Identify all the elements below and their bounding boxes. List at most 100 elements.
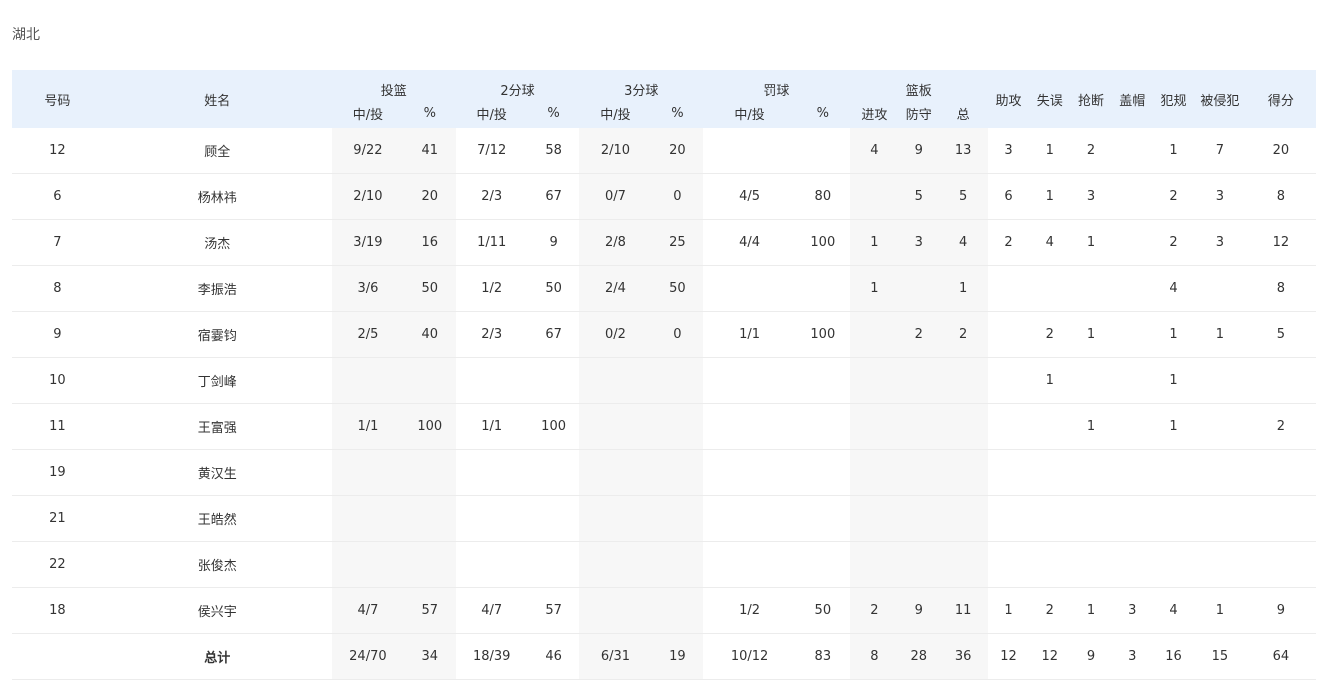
- cell-ft: 4/4: [703, 219, 796, 266]
- cell-ft-pct: 50: [796, 587, 850, 634]
- cell-fg: [331, 541, 404, 588]
- cell-ft-pct: 80: [796, 173, 850, 220]
- cell-blk: [1111, 449, 1153, 496]
- table-row: 6 杨林祎 2/10 20 2/3 67 0/7 0 4/5 80 5 5 6 1 3 2 3 8: [12, 173, 1316, 220]
- col-header-three-pct: %: [651, 99, 704, 128]
- cell-reb-def: 9: [899, 587, 939, 634]
- cell-two: [455, 541, 528, 588]
- cell-pf: 1: [1152, 357, 1195, 404]
- cell-player-name: 李振浩: [102, 265, 332, 312]
- cell-player-name: 宿霎钧: [102, 311, 332, 358]
- cell-number: 19: [12, 449, 103, 496]
- cell-two: 4/7: [455, 587, 528, 634]
- cell-fd: [1194, 357, 1246, 404]
- cell-two-pct: 50: [527, 265, 580, 312]
- col-header-fg-pct: %: [404, 99, 456, 128]
- cell-ast: [987, 449, 1030, 496]
- cell-reb-off: [849, 403, 900, 450]
- cell-three: [579, 495, 652, 542]
- col-header-reb-off: 进攻: [849, 99, 900, 128]
- cell-ft-pct: [796, 403, 850, 450]
- cell-fd: [1194, 403, 1246, 450]
- cell-fg: [331, 449, 404, 496]
- cell-reb-tot: 4: [938, 219, 988, 266]
- cell-fg: [331, 357, 404, 404]
- cell-ft-pct: [796, 128, 850, 174]
- col-header-pts: 得分: [1245, 70, 1316, 128]
- cell-ft: 4/5: [703, 173, 796, 220]
- col-group-fg: 投篮: [331, 70, 456, 99]
- cell-player-name: 侯兴宇: [102, 587, 332, 634]
- cell-ast: [987, 403, 1030, 450]
- cell-ft: [703, 495, 796, 542]
- cell-two-pct: 100: [527, 403, 580, 450]
- cell-pts: 64: [1245, 633, 1316, 680]
- cell-stl: 2: [1070, 128, 1112, 174]
- cell-two: 1/11: [455, 219, 528, 266]
- cell-two-pct: 9: [527, 219, 580, 266]
- cell-number: 18: [12, 587, 103, 634]
- cell-number: 9: [12, 311, 103, 358]
- cell-number: 11: [12, 403, 103, 450]
- cell-three: 2/4: [579, 265, 652, 312]
- col-group-two: 2分球: [455, 70, 580, 99]
- cell-ast: [987, 265, 1030, 312]
- cell-two: [455, 449, 528, 496]
- col-header-ast: 助攻: [987, 70, 1030, 128]
- cell-player-name: 王富强: [102, 403, 332, 450]
- cell-pf: [1152, 449, 1195, 496]
- col-header-three-made-att: 中/投: [579, 99, 652, 128]
- cell-fd: [1194, 541, 1246, 588]
- col-header-ft-pct: %: [796, 99, 850, 128]
- cell-tov: [1029, 403, 1071, 450]
- cell-player-name: 总计: [102, 633, 332, 680]
- cell-reb-tot: 13: [938, 128, 988, 174]
- cell-number: 21: [12, 495, 103, 542]
- cell-three: 2/8: [579, 219, 652, 266]
- cell-pf: [1152, 541, 1195, 588]
- cell-reb-def: [899, 495, 939, 542]
- cell-number: 8: [12, 265, 103, 312]
- cell-blk: [1111, 265, 1153, 312]
- cell-blk: 3: [1111, 633, 1153, 680]
- cell-reb-off: [849, 173, 900, 220]
- cell-two: 7/12: [455, 128, 528, 174]
- cell-three-pct: [651, 357, 704, 404]
- cell-two: 2/3: [455, 311, 528, 358]
- cell-blk: 3: [1111, 587, 1153, 634]
- cell-tov: 1: [1029, 173, 1071, 220]
- cell-two: 1/1: [455, 403, 528, 450]
- cell-two-pct: [527, 495, 580, 542]
- cell-fd: 15: [1194, 633, 1246, 680]
- cell-pf: 1: [1152, 311, 1195, 358]
- table-row: 19 黄汉生: [12, 449, 1316, 496]
- cell-three: 0/7: [579, 173, 652, 220]
- col-header-name: 姓名: [102, 70, 332, 128]
- cell-fg-pct: [404, 357, 456, 404]
- cell-fd: 3: [1194, 173, 1246, 220]
- cell-ft: 10/12: [703, 633, 796, 680]
- cell-ft: [703, 403, 796, 450]
- cell-three: [579, 541, 652, 588]
- cell-ft-pct: [796, 495, 850, 542]
- cell-reb-tot: [938, 449, 988, 496]
- cell-ft: 1/2: [703, 587, 796, 634]
- cell-tov: 1: [1029, 128, 1071, 174]
- cell-two-pct: [527, 357, 580, 404]
- cell-stl: [1070, 495, 1112, 542]
- cell-tov: [1029, 449, 1071, 496]
- cell-two-pct: 67: [527, 311, 580, 358]
- cell-fg: 4/7: [331, 587, 404, 634]
- cell-blk: [1111, 311, 1153, 358]
- col-header-two-pct: %: [527, 99, 580, 128]
- cell-reb-off: [849, 311, 900, 358]
- cell-two-pct: 67: [527, 173, 580, 220]
- cell-fg: 1/1: [331, 403, 404, 450]
- cell-fd: 1: [1194, 587, 1246, 634]
- cell-number: 7: [12, 219, 103, 266]
- cell-stl: 1: [1070, 587, 1112, 634]
- cell-ft-pct: 100: [796, 219, 850, 266]
- cell-reb-tot: [938, 403, 988, 450]
- cell-reb-tot: [938, 541, 988, 588]
- cell-reb-off: 2: [849, 587, 900, 634]
